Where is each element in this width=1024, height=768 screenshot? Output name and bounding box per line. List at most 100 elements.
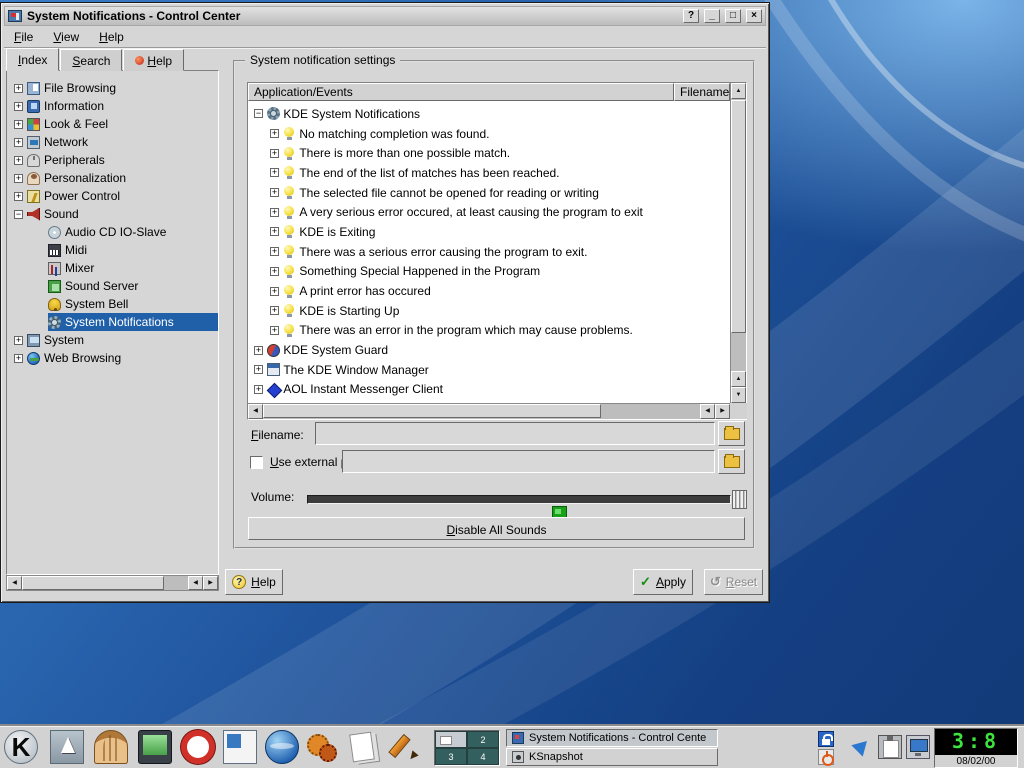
column-header-application-events[interactable]: Application/Events: [248, 83, 674, 101]
scroll-right-icon[interactable]: ▶: [715, 404, 730, 419]
maximize-button[interactable]: □: [725, 9, 741, 23]
expander-icon[interactable]: +: [270, 247, 279, 256]
sidebar-item-system-notifications[interactable]: System Notifications: [7, 313, 218, 331]
sidebar-item-sound-server[interactable]: Sound Server: [7, 277, 218, 295]
expander-icon[interactable]: +: [14, 84, 23, 93]
expander-icon[interactable]: +: [14, 174, 23, 183]
display-tray-button[interactable]: [906, 735, 930, 759]
pager-desktop-3[interactable]: 3: [435, 748, 467, 765]
scroll-left-icon[interactable]: ◀: [188, 576, 203, 590]
list-item-event[interactable]: + No matching completion was found.: [248, 124, 730, 144]
disable-all-sounds-button[interactable]: Disable All Sounds: [248, 517, 745, 540]
editor-launcher[interactable]: [389, 730, 425, 766]
use-external-player-checkbox[interactable]: [250, 456, 263, 469]
list-item-kde-window-manager[interactable]: + The KDE Window Manager: [248, 360, 730, 380]
menu-help[interactable]: Help: [99, 30, 124, 44]
list-item-event[interactable]: + Something Special Happened in the Prog…: [248, 262, 730, 282]
external-player-browse-button[interactable]: [718, 449, 745, 474]
filename-input[interactable]: [315, 422, 715, 445]
terminal-launcher[interactable]: [138, 730, 174, 766]
klipper-button[interactable]: [878, 735, 902, 759]
sidebar-item-look-and-feel[interactable]: +Look & Feel: [7, 115, 218, 133]
volume-slider-handle[interactable]: [732, 490, 747, 509]
expander-icon[interactable]: +: [270, 168, 279, 177]
konqueror-launcher[interactable]: [265, 730, 301, 766]
filename-browse-button[interactable]: [718, 421, 745, 446]
expander-icon[interactable]: +: [270, 287, 279, 296]
apply-button[interactable]: ✓Apply: [633, 569, 693, 595]
list-item-event[interactable]: + The end of the list of matches has bee…: [248, 163, 730, 183]
expander-icon[interactable]: +: [254, 365, 263, 374]
list-item-kde-system-guard[interactable]: + KDE System Guard: [248, 340, 730, 360]
logout-button[interactable]: [818, 749, 834, 765]
list-item-event[interactable]: + There was an error in the program whic…: [248, 321, 730, 341]
expander-icon[interactable]: +: [270, 267, 279, 276]
scrollbar-thumb[interactable]: [731, 100, 746, 333]
sidebar-item-file-browsing[interactable]: +File Browsing: [7, 79, 218, 97]
help-launcher[interactable]: [181, 730, 217, 766]
minimize-button[interactable]: _: [704, 9, 720, 23]
pager-desktop-1[interactable]: [435, 731, 467, 748]
menu-file[interactable]: File: [14, 30, 33, 44]
menu-view[interactable]: View: [53, 30, 79, 44]
pager-desktop-2[interactable]: 2: [467, 731, 499, 748]
list-item-event[interactable]: + A print error has occured: [248, 281, 730, 301]
scrollbar-thumb[interactable]: [22, 576, 164, 590]
tab-help[interactable]: Help: [123, 49, 184, 71]
list-item-event[interactable]: + A very serious error occured, at least…: [248, 202, 730, 222]
expander-icon[interactable]: +: [254, 346, 263, 355]
tab-index[interactable]: Index: [6, 48, 59, 71]
expander-icon[interactable]: +: [270, 129, 279, 138]
sidebar-item-system[interactable]: +System: [7, 331, 218, 349]
expander-icon[interactable]: +: [270, 149, 279, 158]
sidebar-item-personalization[interactable]: +Personalization: [7, 169, 218, 187]
tray-arrow-button[interactable]: [850, 735, 874, 759]
documents-launcher[interactable]: [347, 730, 383, 766]
list-item-event[interactable]: + There is more than one possible match.: [248, 143, 730, 163]
scroll-left-icon[interactable]: ◀: [7, 576, 22, 590]
sidebar-item-web-browsing[interactable]: +Web Browsing: [7, 349, 218, 367]
expander-icon[interactable]: +: [270, 306, 279, 315]
help-button[interactable]: ?Help: [225, 569, 283, 595]
sidebar-item-system-bell[interactable]: System Bell: [7, 295, 218, 313]
sidebar-item-power-control[interactable]: +Power Control: [7, 187, 218, 205]
k-menu-button[interactable]: K: [4, 730, 40, 766]
expander-icon[interactable]: +: [270, 208, 279, 217]
list-item-event[interactable]: + The selected file cannot be opened for…: [248, 183, 730, 203]
list-item-event[interactable]: + KDE is Starting Up: [248, 301, 730, 321]
reset-button[interactable]: ↺Reset: [704, 569, 763, 595]
tab-search[interactable]: Search: [60, 49, 122, 71]
sidebar-item-mixer[interactable]: Mixer: [7, 259, 218, 277]
titlebar-help-button[interactable]: ?: [683, 9, 699, 23]
settings-launcher[interactable]: [305, 730, 341, 766]
sidebar-item-sound[interactable]: −Sound: [7, 205, 218, 223]
list-item-kde-system-notifications[interactable]: − KDE System Notifications: [248, 104, 730, 124]
sidebar-item-information[interactable]: +Information: [7, 97, 218, 115]
sidebar-item-peripherals[interactable]: +Peripherals: [7, 151, 218, 169]
titlebar[interactable]: System Notifications - Control Center ? …: [4, 6, 766, 26]
tree-horizontal-scrollbar[interactable]: ◀ ◀ ▶: [6, 575, 219, 591]
vertical-scrollbar[interactable]: ▲ ▲ ▼: [730, 83, 746, 403]
sidebar-item-midi[interactable]: Midi: [7, 241, 218, 259]
expander-icon[interactable]: +: [14, 156, 23, 165]
list-item-event[interactable]: + KDE is Exiting: [248, 222, 730, 242]
expander-icon[interactable]: +: [14, 102, 23, 111]
expander-icon[interactable]: +: [270, 227, 279, 236]
close-button[interactable]: ×: [746, 9, 762, 23]
lock-screen-button[interactable]: [818, 731, 834, 747]
list-item-event[interactable]: + There was a serious error causing the …: [248, 242, 730, 262]
file-manager-launcher[interactable]: [223, 730, 259, 766]
scroll-up-icon[interactable]: ▲: [731, 371, 746, 387]
external-player-input[interactable]: [342, 450, 715, 473]
expander-icon[interactable]: +: [270, 188, 279, 197]
expander-icon[interactable]: +: [14, 192, 23, 201]
pager-desktop-4[interactable]: 4: [467, 748, 499, 765]
volume-slider[interactable]: [307, 495, 731, 504]
scroll-right-icon[interactable]: ▶: [203, 576, 218, 590]
taskbar-clock[interactable]: 3:8 08/02/00: [934, 728, 1018, 768]
konsole-launcher[interactable]: [94, 730, 130, 766]
list-item-aol-instant-messenger[interactable]: + AOL Instant Messenger Client: [248, 380, 730, 400]
expander-icon[interactable]: +: [14, 336, 23, 345]
expander-icon[interactable]: −: [254, 109, 263, 118]
expander-icon[interactable]: +: [14, 120, 23, 129]
